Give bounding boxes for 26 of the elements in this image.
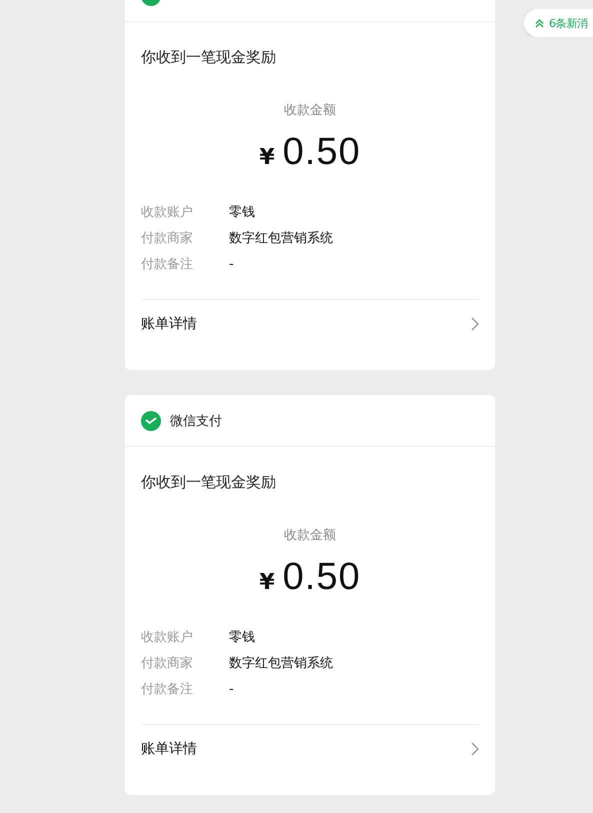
amount-value: 0.50 — [282, 556, 361, 599]
bill-details-link[interactable]: 账单详情 — [141, 724, 479, 773]
source-name: 微信支付 — [170, 412, 222, 430]
amount-label: 收款金额 — [283, 102, 337, 119]
field-value: 数字红包营销系统 — [229, 230, 333, 248]
field-label: 付款商家 — [141, 230, 194, 248]
field-value: - — [229, 256, 234, 274]
field-label: 付款商家 — [141, 655, 194, 673]
bill-details-link[interactable]: 账单详情 — [141, 299, 479, 348]
field-label: 付款备注 — [141, 681, 194, 699]
chevron-right-icon — [471, 317, 479, 331]
amount-value: 0.50 — [282, 131, 361, 174]
field-label: 付款备注 — [141, 256, 194, 274]
notice-title: 你收到一笔现金奖励 — [141, 473, 277, 492]
notice-title: 你收到一笔现金奖励 — [141, 48, 277, 67]
field-label: 收款账户 — [141, 204, 194, 222]
double-chevron-up-icon — [535, 18, 544, 28]
field-value: 零钱 — [229, 629, 255, 647]
currency-symbol: ¥ — [259, 570, 275, 595]
field-label: 收款账户 — [141, 629, 194, 647]
chevron-right-icon — [471, 742, 479, 756]
field-value: 零钱 — [229, 204, 255, 222]
field-value: - — [229, 681, 234, 699]
currency-symbol: ¥ — [259, 145, 275, 170]
field-value: 数字红包营销系统 — [229, 655, 333, 673]
amount-label: 收款金额 — [283, 527, 337, 544]
